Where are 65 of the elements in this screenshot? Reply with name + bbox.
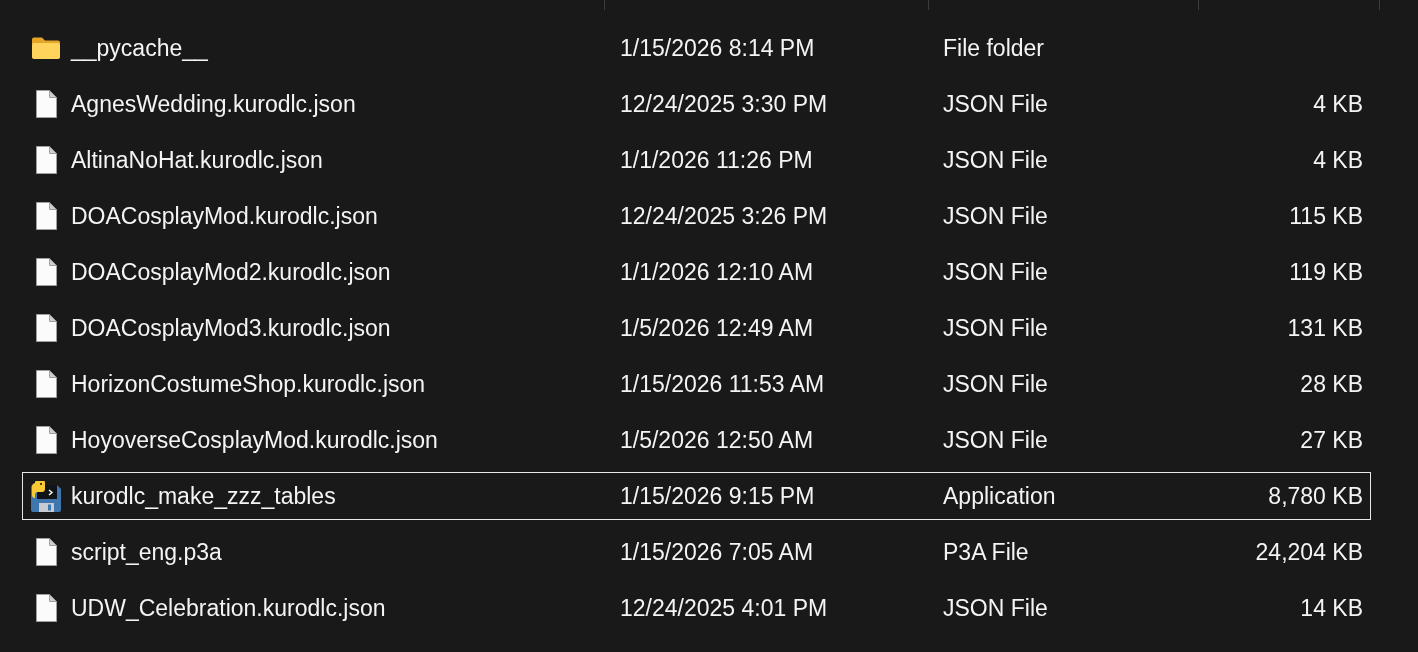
file-type: JSON File [943,371,1048,397]
file-name: DOACosplayMod.kurodlc.json [71,202,378,230]
file-name: HorizonCostumeShop.kurodlc.json [71,370,426,398]
file-size: 4 KB [1313,91,1363,117]
file-size: 131 KB [1287,315,1363,341]
date-modified: 1/1/2026 11:26 PM [620,147,813,173]
date-modified: 1/15/2026 8:14 PM [620,35,815,61]
file-row[interactable]: DOACosplayMod.kurodlc.json 12/24/2025 3:26 PM JSON File 115 KB [22,192,1371,240]
file-size: 27 KB [1300,427,1363,453]
file-type: JSON File [943,259,1048,285]
date-modified: 1/15/2026 11:53 AM [620,371,825,397]
file-name: DOACosplayMod2.kurodlc.json [71,258,391,286]
file-name: __pycache__ [71,34,208,62]
document-icon [35,594,57,622]
document-icon [35,202,57,230]
document-icon [35,314,57,342]
file-name: UDW_Celebration.kurodlc.json [71,594,386,622]
file-row[interactable]: DOACosplayMod3.kurodlc.json 1/5/2026 12:49 AM JSON File 131 KB [22,304,1371,352]
file-size: 8,780 KB [1268,483,1363,509]
file-size: 24,204 KB [1255,539,1363,565]
file-size: 14 KB [1300,595,1363,621]
file-type: P3A File [943,539,1029,565]
file-type: Application [943,483,1056,509]
document-icon [35,538,57,566]
file-row[interactable]: __pycache__ 1/15/2026 8:14 PM File folder [22,24,1371,72]
file-size: 4 KB [1313,147,1363,173]
file-row[interactable]: AltinaNoHat.kurodlc.json 1/1/2026 11:26 PM JSON File 4 KB [22,136,1371,184]
date-modified: 1/5/2026 12:50 AM [620,427,814,453]
date-modified: 1/15/2026 9:15 PM [620,483,815,509]
file-name: HoyoverseCosplayMod.kurodlc.json [71,426,438,454]
date-modified: 12/24/2025 3:26 PM [620,203,828,229]
file-type: File folder [943,35,1044,61]
folder-icon [32,37,60,59]
file-size: 115 KB [1289,203,1363,229]
file-row[interactable]: AgnesWedding.kurodlc.json 12/24/2025 3:30 PM JSON File 4 KB [22,80,1371,128]
file-type: JSON File [943,595,1048,621]
document-icon [35,146,57,174]
file-row[interactable]: DOACosplayMod2.kurodlc.json 1/1/2026 12:10 AM JSON File 119 KB [22,248,1371,296]
date-modified: 1/5/2026 12:49 AM [620,315,814,341]
file-type: JSON File [943,203,1048,229]
file-name: DOACosplayMod3.kurodlc.json [71,314,391,342]
file-row[interactable]: kurodlc_make_zzz_tables 1/15/2026 9:15 PM Application 8,780 KB [22,472,1371,520]
document-icon [35,258,57,286]
file-row[interactable]: script_eng.p3a 1/15/2026 7:05 AM P3A File 24,204 KB [22,528,1371,576]
date-modified: 1/1/2026 12:10 AM [620,259,814,285]
file-name: AgnesWedding.kurodlc.json [71,90,356,118]
file-type: JSON File [943,147,1048,173]
document-icon [35,426,57,454]
document-icon [35,370,57,398]
file-type: JSON File [943,91,1048,117]
file-row[interactable]: UDW_Celebration.kurodlc.json 12/24/2025 4:01 PM JSON File 14 KB [22,584,1371,632]
file-type: JSON File [943,427,1048,453]
date-modified: 12/24/2025 4:01 PM [620,595,828,621]
file-size: 119 KB [1289,259,1363,285]
document-icon [35,90,57,118]
file-row[interactable]: HoyoverseCosplayMod.kurodlc.json 1/5/2026 12:50 AM JSON File 27 KB [22,416,1371,464]
date-modified: 1/15/2026 7:05 AM [620,539,814,565]
date-modified: 12/24/2025 3:30 PM [620,91,828,117]
file-name: AltinaNoHat.kurodlc.json [71,146,323,174]
file-name: kurodlc_make_zzz_tables [71,482,336,510]
file-size: 28 KB [1300,371,1363,397]
file-type: JSON File [943,315,1048,341]
file-row[interactable]: HorizonCostumeShop.kurodlc.json 1/15/2026 11:53 AM JSON File 28 KB [22,360,1371,408]
floppy-disk-icon [31,480,61,512]
file-name: script_eng.p3a [71,538,222,566]
